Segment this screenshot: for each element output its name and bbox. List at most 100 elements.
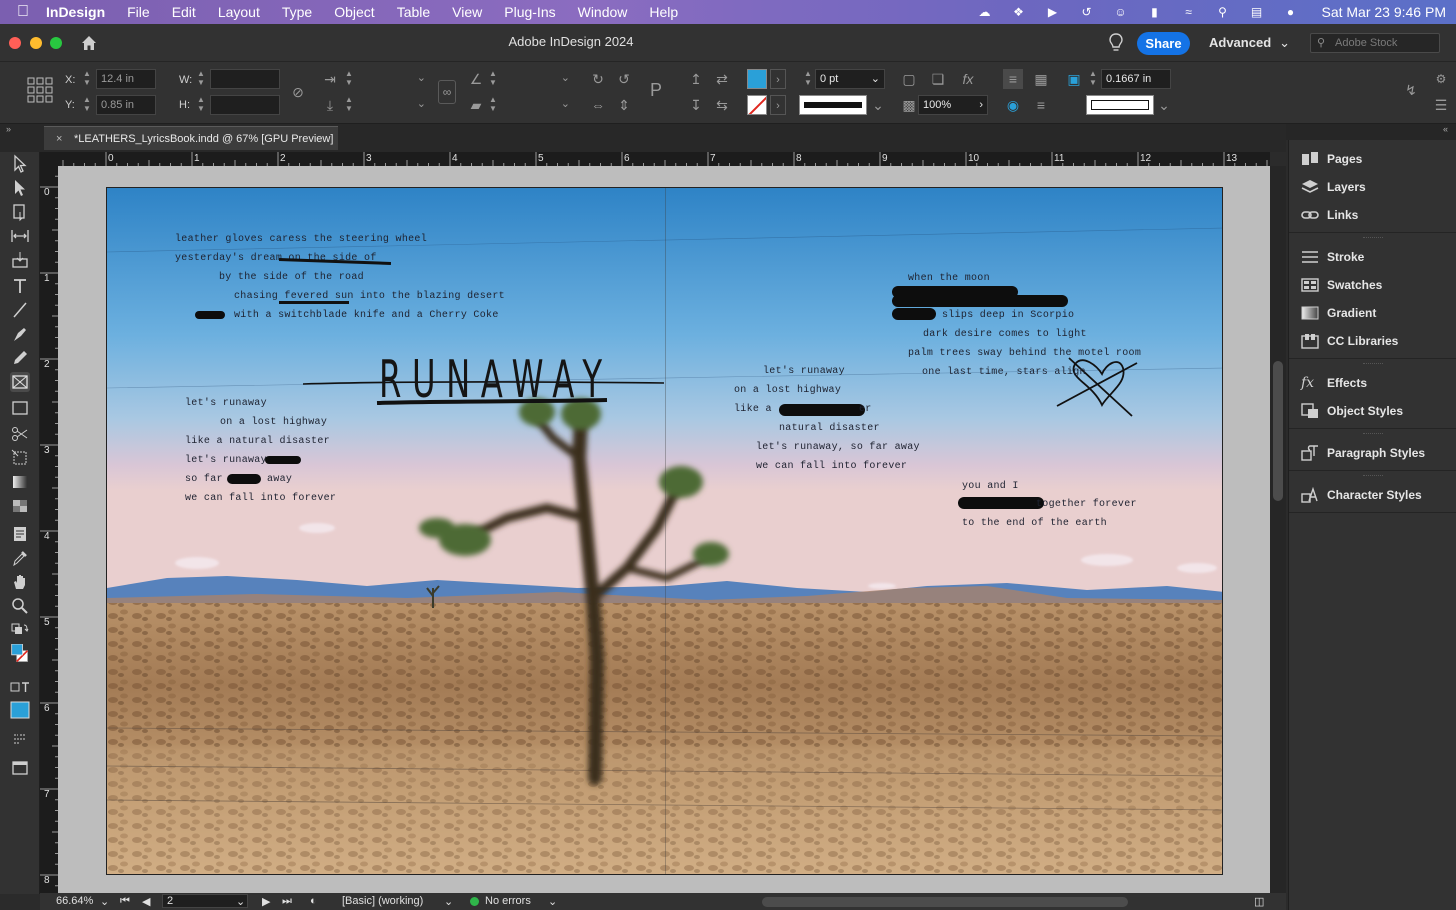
- panel-group-grip[interactable]: [1363, 363, 1383, 365]
- first-page-icon[interactable]: ⏮: [120, 895, 130, 908]
- pencil-tool-icon[interactable]: [10, 348, 30, 368]
- menu-help[interactable]: Help: [649, 4, 678, 20]
- menu-object[interactable]: Object: [334, 4, 374, 20]
- rectangle-tool-icon[interactable]: [10, 398, 30, 418]
- selection-tool-icon[interactable]: [10, 154, 30, 174]
- ruler-origin[interactable]: [40, 152, 58, 166]
- horizontal-scroll-thumb[interactable]: [762, 897, 1128, 907]
- eyedropper-tool-icon[interactable]: [10, 548, 30, 568]
- direct-selection-tool-icon[interactable]: [10, 178, 30, 198]
- scale-y-stepper[interactable]: ▲ ▼: [344, 95, 354, 115]
- workspace-switcher[interactable]: Advanced ⌄: [1209, 35, 1290, 51]
- menu-layout[interactable]: Layout: [218, 4, 260, 20]
- fill-stroke-swatches-icon[interactable]: [10, 643, 30, 664]
- zoom-tool-icon[interactable]: [10, 596, 30, 616]
- fx-icon[interactable]: fx: [958, 69, 978, 89]
- spread-title[interactable]: RUNAWAY: [379, 350, 613, 410]
- chevron-down-icon[interactable]: ⌄: [1154, 95, 1174, 115]
- chevron-down-icon[interactable]: ⌄: [868, 95, 888, 115]
- rectangle-frame-tool-icon[interactable]: [10, 372, 30, 392]
- panel-stroke[interactable]: Stroke: [1289, 244, 1456, 270]
- document-tab[interactable]: × *LEATHERS_LyricsBook.indd @ 67% [GPU P…: [44, 126, 338, 150]
- lyric-line[interactable]: dark desire comes to light: [923, 329, 1087, 340]
- lyric-line[interactable]: one last time, stars align: [922, 367, 1086, 378]
- menu-view[interactable]: View: [452, 4, 482, 20]
- stroke-type-selector[interactable]: [799, 95, 867, 115]
- lyric-line[interactable]: chasing fevered sun into the blazing des…: [234, 291, 505, 302]
- auto-fit-icon[interactable]: ◉: [1003, 95, 1023, 115]
- app-menu[interactable]: InDesign: [46, 4, 105, 20]
- lyric-line[interactable]: we can fall into forever: [185, 493, 336, 504]
- creative-cloud-icon[interactable]: ☁: [975, 5, 993, 19]
- stroke-weight-stepper[interactable]: ▲ ▼: [803, 69, 813, 89]
- vertical-scrollbar[interactable]: [1270, 166, 1286, 894]
- rotation-field[interactable]: ⌄: [502, 69, 574, 89]
- panel-paragraph-styles[interactable]: Paragraph Styles: [1289, 440, 1456, 466]
- normal-view-mode-icon[interactable]: [10, 730, 30, 750]
- select-next-object-icon[interactable]: ⇆: [712, 95, 732, 115]
- lyric-line[interactable]: to the end of the earth: [962, 518, 1107, 529]
- panel-swatches[interactable]: Swatches: [1289, 272, 1456, 298]
- width-field[interactable]: [210, 69, 280, 89]
- rotate-counterclockwise-icon[interactable]: ↺: [614, 69, 634, 89]
- preflight-profile[interactable]: [Basic] (working): [342, 895, 423, 907]
- formatting-affects-container-icon[interactable]: [10, 678, 30, 698]
- panel-layers[interactable]: Layers: [1289, 174, 1456, 200]
- line-tool-icon[interactable]: [10, 300, 30, 320]
- y-stepper[interactable]: ▲ ▼: [82, 95, 92, 115]
- shear-field[interactable]: ⌄: [502, 95, 574, 115]
- lyric-line[interactable]: let's runaway: [763, 366, 845, 377]
- opacity-field[interactable]: 100% ›: [918, 95, 988, 115]
- panel-gradient[interactable]: Gradient: [1289, 300, 1456, 326]
- lyric-line[interactable]: er: [859, 404, 872, 415]
- adobe-stock-search-input[interactable]: ⚲ Adobe Stock: [1310, 33, 1440, 53]
- gap-tool-icon[interactable]: ▣: [1064, 69, 1084, 89]
- free-transform-tool-icon[interactable]: [10, 448, 30, 468]
- stroke-swatch[interactable]: [747, 95, 767, 115]
- lyric-line[interactable]: on a lost highway: [220, 417, 327, 428]
- menu-window[interactable]: Window: [578, 4, 628, 20]
- expand-tools-icon[interactable]: »: [6, 124, 11, 134]
- panel-menu-icon[interactable]: ☰: [1431, 95, 1451, 115]
- previous-page-icon[interactable]: ◀: [142, 895, 150, 908]
- gradient-swatch-tool-icon[interactable]: [10, 472, 30, 492]
- type-tool-icon[interactable]: [10, 276, 30, 296]
- note-tool-icon[interactable]: [10, 524, 30, 544]
- vertical-scroll-thumb[interactable]: [1273, 361, 1283, 501]
- scale-x-stepper[interactable]: ▲ ▼: [344, 69, 354, 89]
- user-icon[interactable]: ☺: [1111, 5, 1129, 19]
- lyric-line[interactable]: by the side of the road: [219, 272, 364, 283]
- menu-edit[interactable]: Edit: [172, 4, 196, 20]
- control-center-icon[interactable]: ▤: [1247, 5, 1265, 19]
- lyric-line[interactable]: let's runaway: [185, 398, 267, 409]
- default-colors-icon[interactable]: [10, 622, 30, 642]
- shear-stepper[interactable]: ▲ ▼: [488, 95, 498, 115]
- panel-effects[interactable]: fx Effects: [1289, 370, 1456, 396]
- panel-group-grip[interactable]: [1363, 433, 1383, 435]
- lyric-line[interactable]: we can fall into forever: [756, 461, 907, 472]
- document-spread[interactable]: leather gloves caress the steering wheel…: [106, 187, 1223, 875]
- x-stepper[interactable]: ▲ ▼: [82, 69, 92, 89]
- text-wrap-bounding-icon[interactable]: ▦: [1031, 69, 1051, 89]
- rotate-clockwise-icon[interactable]: ↻: [588, 69, 608, 89]
- lyric-line[interactable]: let's runaway: [185, 455, 267, 466]
- gradient-feather-tool-icon[interactable]: [10, 496, 30, 516]
- gap-stepper[interactable]: ▲ ▼: [1088, 69, 1098, 89]
- quick-apply-icon[interactable]: ↯: [1401, 80, 1421, 100]
- preflight-errors[interactable]: No errors: [485, 895, 531, 907]
- lyric-line[interactable]: palm trees sway behind the motel room: [908, 348, 1141, 359]
- discover-lightbulb-icon[interactable]: [1107, 32, 1125, 54]
- constrain-proportions-icon[interactable]: ⊘: [288, 82, 308, 102]
- menubar-clock[interactable]: Sat Mar 23 9:46 PM: [1321, 4, 1446, 20]
- select-content-icon[interactable]: ↧: [686, 95, 706, 115]
- hand-tool-icon[interactable]: [10, 572, 30, 592]
- vertical-ruler[interactable]: 0 1 2 3 4 5 6 7 8: [40, 166, 58, 894]
- chevron-down-icon[interactable]: ⌄: [548, 895, 557, 908]
- pen-tool-icon[interactable]: [10, 324, 30, 344]
- settings-gear-icon[interactable]: ⚙: [1431, 69, 1451, 89]
- stroke-dropdown-icon[interactable]: ›: [770, 95, 786, 115]
- menu-plug-ins[interactable]: Plug-Ins: [504, 4, 555, 20]
- content-collector-tool-icon[interactable]: [10, 250, 30, 270]
- gap-field[interactable]: 0.1667 in: [1101, 69, 1171, 89]
- lyric-line[interactable]: so far: [185, 474, 223, 485]
